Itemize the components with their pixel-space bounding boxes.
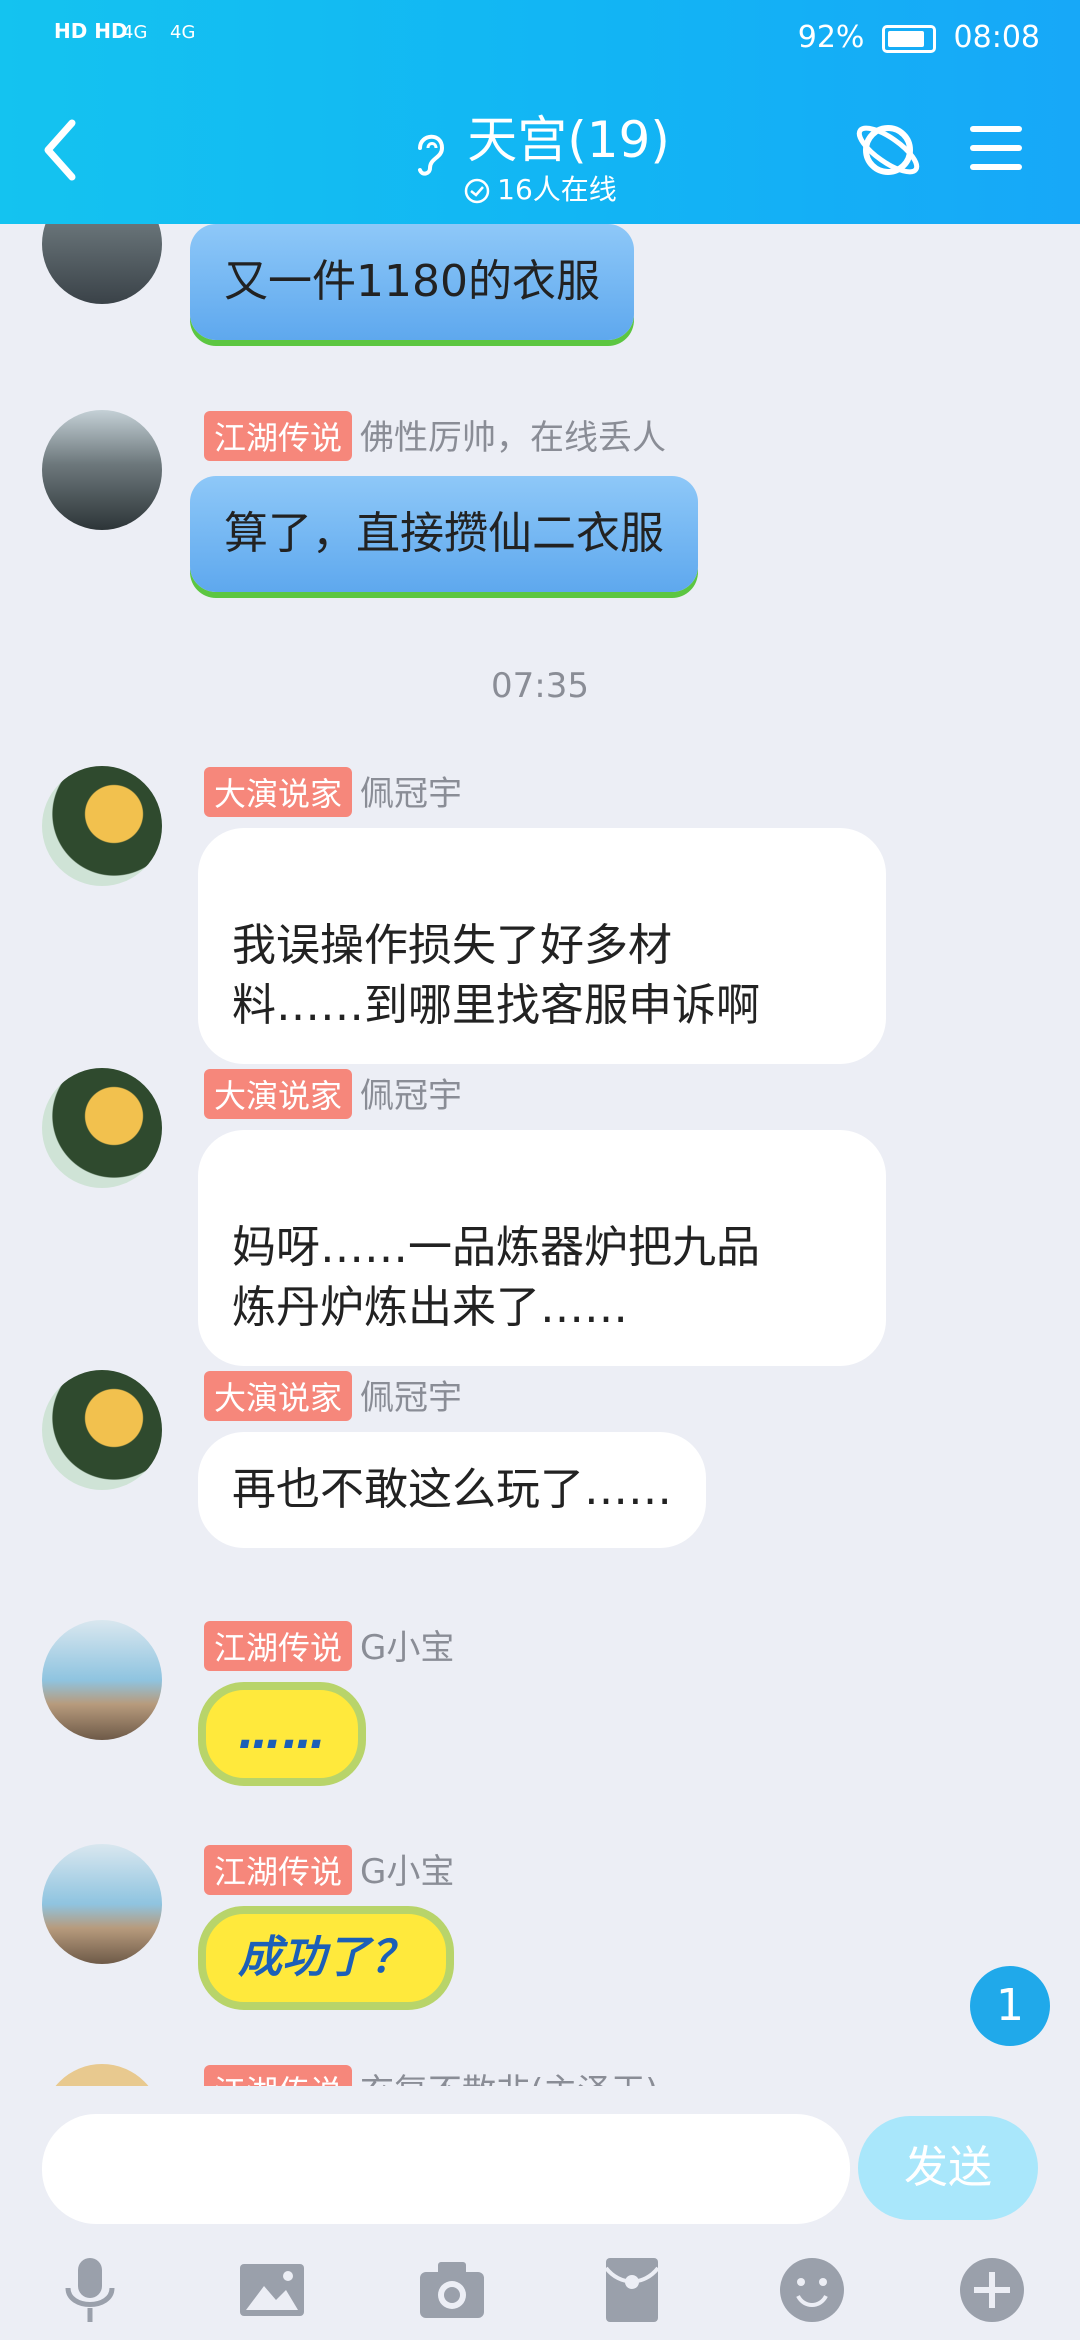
menu-icon[interactable] [970, 122, 1022, 174]
hd-label: HD HD [54, 19, 128, 43]
message-bubble[interactable]: 妈呀……一品炼器炉把九品 炼丹炉炼出来了…… [198, 1130, 886, 1366]
network-label-2: 4G [170, 22, 196, 43]
member-title-badge: 江湖传说 [204, 2065, 353, 2086]
red-packet-icon[interactable] [594, 2252, 670, 2328]
message-bubble[interactable]: 算了，直接攒仙二衣服 [190, 476, 698, 592]
clock: 08:08 [953, 20, 1040, 55]
sender-info: 江湖传说玄复不散非(主泽王) [204, 2064, 659, 2086]
member-title-badge: 大演说家 [204, 1371, 353, 1421]
message-bubble[interactable]: 我误操作损失了好多材 料……到哪里找客服申诉啊 [198, 828, 886, 1064]
message-text: …… [238, 1708, 326, 1759]
message-text: 妈呀……一品炼器炉把九品 炼丹炉炼出来了…… [232, 1222, 760, 1333]
battery-percent: 92% [797, 20, 865, 55]
status-bar: HD HD 4G 4G 92% 08:08 [0, 14, 1080, 74]
message-text: 我误操作损失了好多材 料……到哪里找客服申诉啊 [232, 920, 760, 1031]
avatar[interactable] [42, 1068, 162, 1188]
member-title-badge: 大演说家 [204, 767, 353, 817]
message-bubble[interactable]: 再也不敢这么玩了…… [198, 1432, 706, 1548]
network-label-1: 4G [122, 22, 148, 43]
sender-info: 大演说家 佩冠宇 [204, 1068, 462, 1119]
sender-name: 玄复不散非(主泽王) [360, 2072, 659, 2086]
member-title-badge: 江湖传说 [204, 411, 353, 461]
microphone-icon[interactable] [52, 2252, 128, 2328]
sender-name: 佩冠宇 [360, 1076, 463, 1116]
avatar[interactable] [42, 224, 162, 304]
avatar[interactable] [42, 1370, 162, 1490]
sender-name: 佩冠宇 [360, 774, 463, 814]
sender-info: 江湖传说 佛性厉帅，在线丢人 [204, 410, 666, 461]
member-title-badge: 大演说家 [204, 1069, 353, 1119]
online-check-icon [464, 178, 490, 204]
chat-list[interactable]: 又一件1180的衣服 江湖传说 佛性厉帅，在线丢人 算了，直接攒仙二衣服 07:3… [0, 224, 1080, 2086]
message-text: 又一件1180的衣服 [224, 256, 600, 307]
message-bubble[interactable]: …… [198, 1682, 366, 1786]
sender-name: G小宝 [360, 1852, 455, 1892]
avatar[interactable] [42, 1844, 162, 1964]
sender-name: 佩冠宇 [360, 1378, 463, 1418]
battery-icon [881, 24, 936, 53]
camera-icon[interactable] [414, 2252, 490, 2328]
message-bubble[interactable]: 又一件1180的衣服 [190, 224, 634, 340]
sender-name: G小宝 [360, 1628, 455, 1668]
avatar[interactable] [42, 410, 162, 530]
sender-info: 江湖传说 G小宝 [204, 1844, 454, 1895]
sender-info: 大演说家 佩冠宇 [204, 1370, 462, 1421]
input-toolbar [0, 2252, 1080, 2328]
message-bubble[interactable]: 成功了？ [198, 1906, 454, 2010]
timestamp: 07:35 [491, 666, 589, 706]
emoji-icon[interactable] [774, 2252, 850, 2328]
input-area: 发送 [0, 2086, 1080, 2340]
message-input[interactable] [42, 2114, 850, 2224]
message-text: 再也不敢这么玩了…… [232, 1464, 672, 1515]
planet-icon[interactable] [852, 114, 924, 186]
send-button[interactable]: 发送 [858, 2116, 1038, 2220]
avatar[interactable] [42, 2064, 162, 2086]
member-title-badge: 江湖传说 [204, 1621, 353, 1671]
status-right: 92% 08:08 [798, 20, 1040, 55]
image-icon[interactable] [234, 2252, 310, 2328]
member-title-badge: 江湖传说 [204, 1845, 353, 1895]
sender-info: 江湖传说 G小宝 [204, 1620, 454, 1671]
group-title: 天宫(19) [467, 111, 670, 169]
avatar[interactable] [42, 766, 162, 886]
online-count: 16人在线 [497, 173, 617, 206]
avatar[interactable] [42, 1620, 162, 1740]
header-bar: HD HD 4G 4G 92% 08:08 天宫(19) 16人在线 [0, 0, 1080, 224]
message-text: 成功了？ [238, 1932, 414, 1983]
plus-icon[interactable] [954, 2252, 1030, 2328]
unread-badge[interactable]: 1 [970, 1966, 1050, 2046]
sender-info: 大演说家 佩冠宇 [204, 766, 462, 817]
message-text: 算了，直接攒仙二衣服 [224, 508, 664, 559]
sender-name: 佛性厉帅，在线丢人 [360, 418, 667, 458]
